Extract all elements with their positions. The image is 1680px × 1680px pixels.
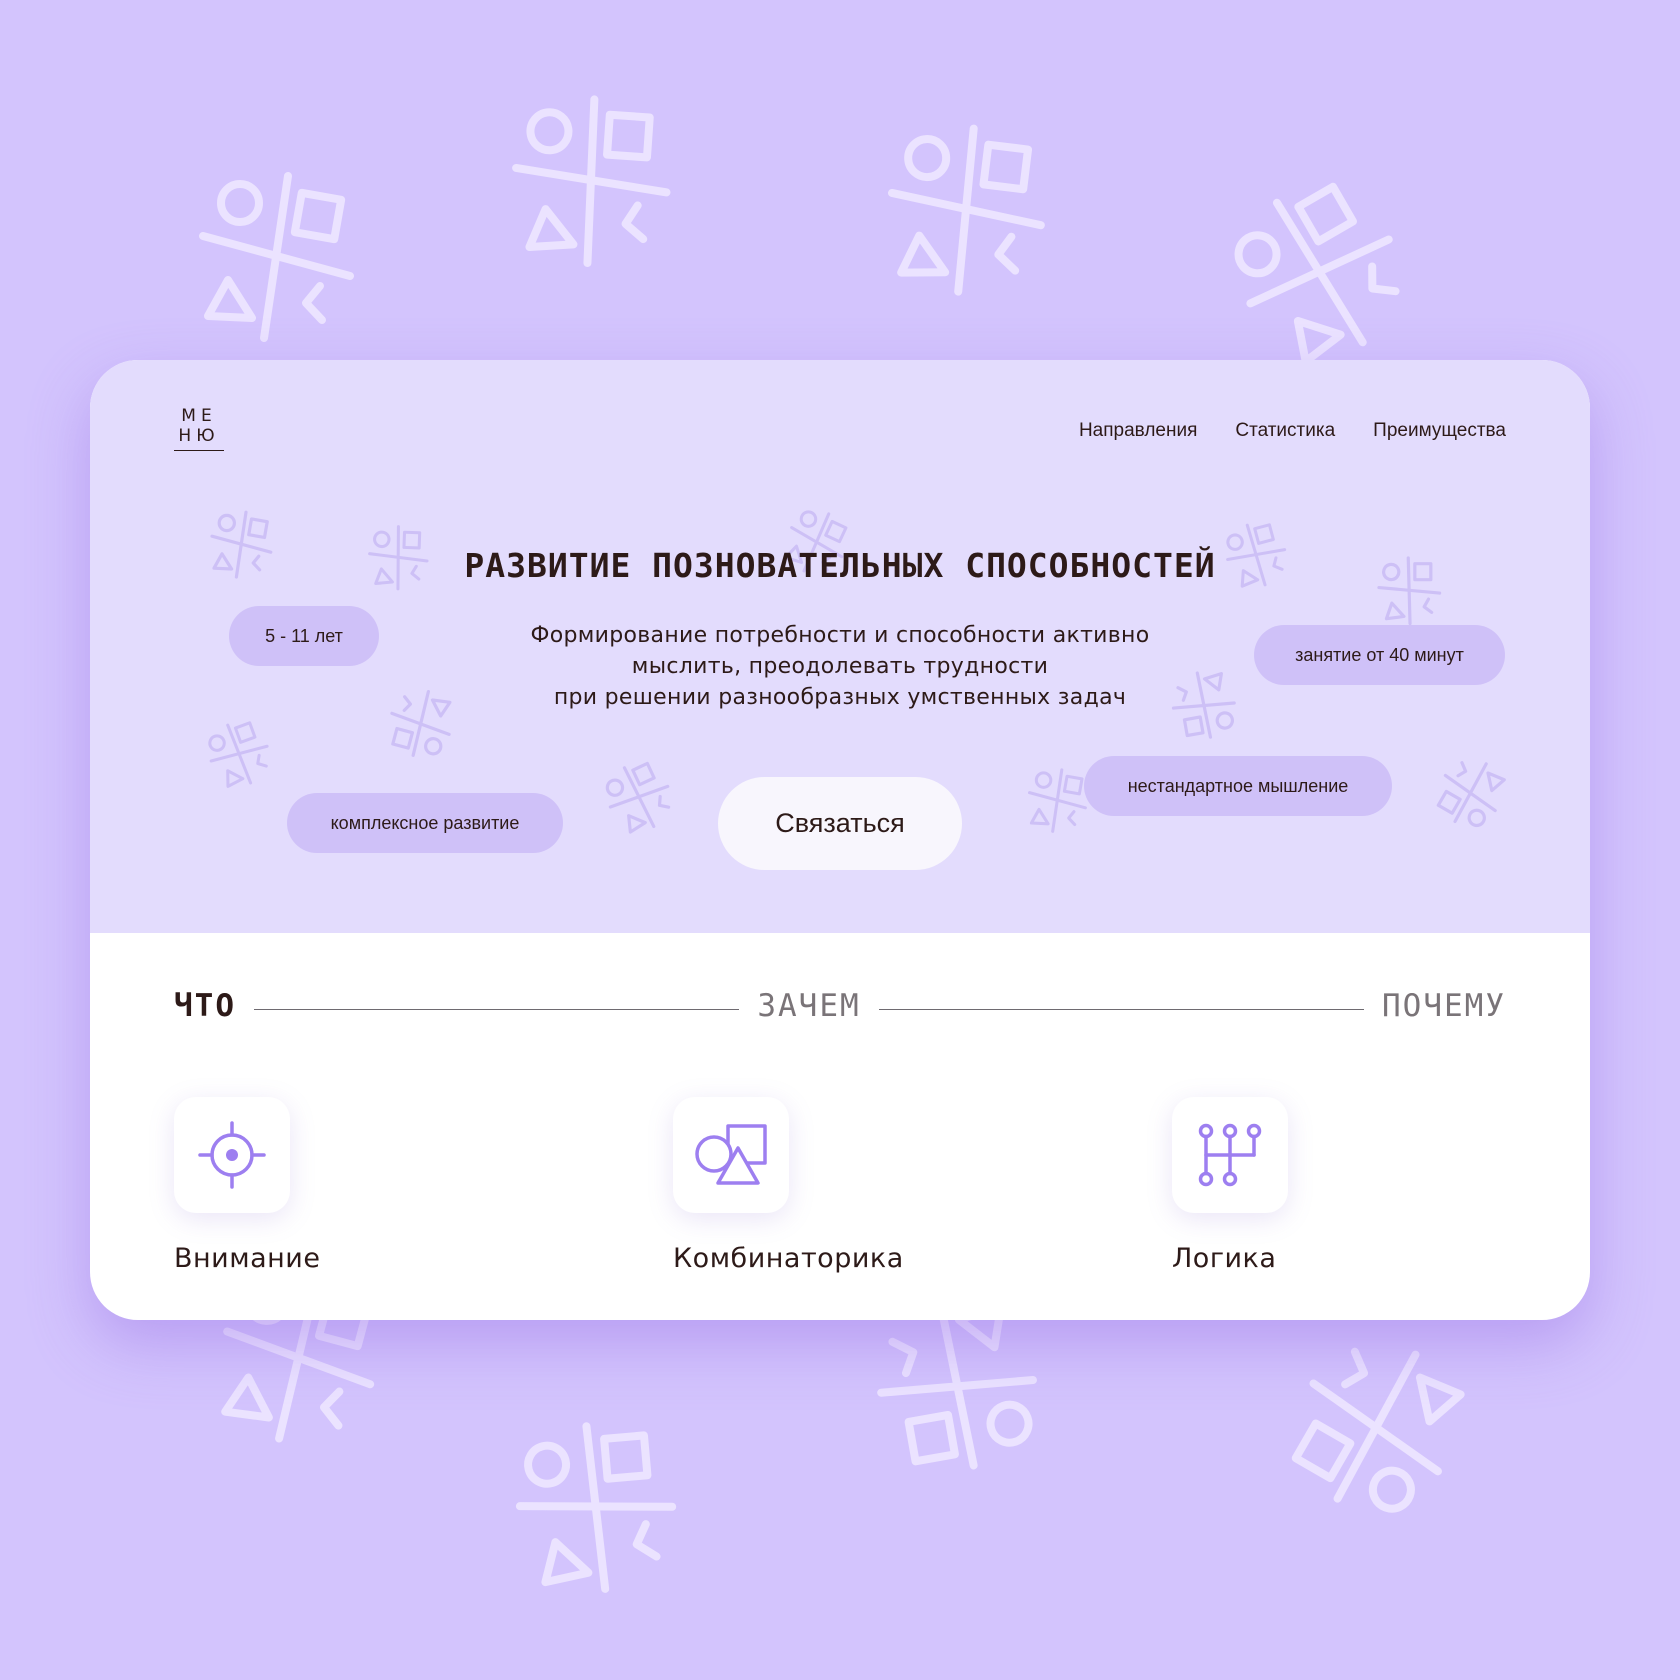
tab-why[interactable]: ЗАЧЕМ bbox=[757, 988, 860, 1024]
feature-label: Внимание bbox=[174, 1243, 321, 1274]
feature-icon-box bbox=[673, 1097, 789, 1213]
hero-symbol bbox=[595, 752, 684, 843]
hero-symbol bbox=[198, 711, 281, 797]
nav-link-directions[interactable]: Направления bbox=[1079, 420, 1197, 442]
hero-title: РАЗВИТИЕ ПОЗНОВАТЕЛЬНЫХ СПОСОБНОСТЕЙ bbox=[464, 546, 1216, 585]
complex-development-tag: комплексное развитие bbox=[287, 793, 563, 853]
background-symbol bbox=[889, 125, 1044, 294]
feature-label: Логика bbox=[1172, 1243, 1277, 1274]
feature-logic[interactable]: Логика bbox=[1172, 1097, 1472, 1274]
tab-what[interactable]: ЧТО bbox=[174, 988, 236, 1024]
feature-combinatorics[interactable]: Комбинаторика bbox=[673, 1097, 973, 1274]
hero-symbol bbox=[1430, 750, 1511, 835]
hero-subtitle-line: мыслить, преодолевать трудности bbox=[631, 654, 1049, 679]
logo[interactable]: МЕ НЮ bbox=[174, 406, 224, 451]
logo-line-2: НЮ bbox=[178, 426, 220, 446]
background-symbol bbox=[504, 1410, 688, 1605]
hero-subtitle-line: при решении разнообразных умственных зад… bbox=[553, 685, 1127, 710]
feature-attention[interactable]: Внимание bbox=[174, 1097, 474, 1274]
hero-section: МЕ НЮ Направления Статистика Преимуществ… bbox=[90, 360, 1590, 933]
section-tabs: ЧТО ЗАЧЕМ ПОЧЕМУ bbox=[174, 986, 1506, 1026]
background-symbol bbox=[1212, 163, 1429, 382]
logo-line-1: МЕ bbox=[181, 406, 217, 426]
top-nav: Направления Статистика Преимущества bbox=[1079, 420, 1506, 442]
background-symbol bbox=[510, 93, 673, 269]
logic-tree-icon bbox=[1198, 1123, 1262, 1187]
hero-subtitle: Формирование потребности и способности а… bbox=[490, 620, 1190, 713]
shapes-icon bbox=[695, 1124, 767, 1185]
feature-icon-box bbox=[174, 1097, 290, 1213]
tab-reason[interactable]: ПОЧЕМУ bbox=[1382, 988, 1506, 1024]
hero-symbol bbox=[386, 687, 455, 760]
target-icon bbox=[198, 1121, 266, 1189]
background-symbol bbox=[1279, 1325, 1473, 1528]
background-symbol bbox=[203, 176, 350, 338]
nav-link-advantages[interactable]: Преимущества bbox=[1373, 420, 1506, 442]
age-tag: 5 - 11 лет bbox=[229, 606, 379, 666]
hero-subtitle-line: Формирование потребности и способности а… bbox=[530, 623, 1150, 648]
contact-button[interactable]: Связаться bbox=[718, 777, 962, 870]
non-standard-thinking-tag: нестандартное мышление bbox=[1084, 756, 1392, 816]
nav-link-statistics[interactable]: Статистика bbox=[1235, 420, 1335, 442]
hero-symbol bbox=[1027, 768, 1087, 833]
landing-card: МЕ НЮ Направления Статистика Преимуществ… bbox=[90, 360, 1590, 1320]
tab-divider bbox=[254, 1008, 740, 1010]
duration-tag: занятие от 40 минут bbox=[1254, 625, 1505, 685]
tab-divider bbox=[878, 1008, 1365, 1010]
feature-label: Комбинаторика bbox=[673, 1243, 904, 1274]
feature-icon-box bbox=[1172, 1097, 1288, 1213]
